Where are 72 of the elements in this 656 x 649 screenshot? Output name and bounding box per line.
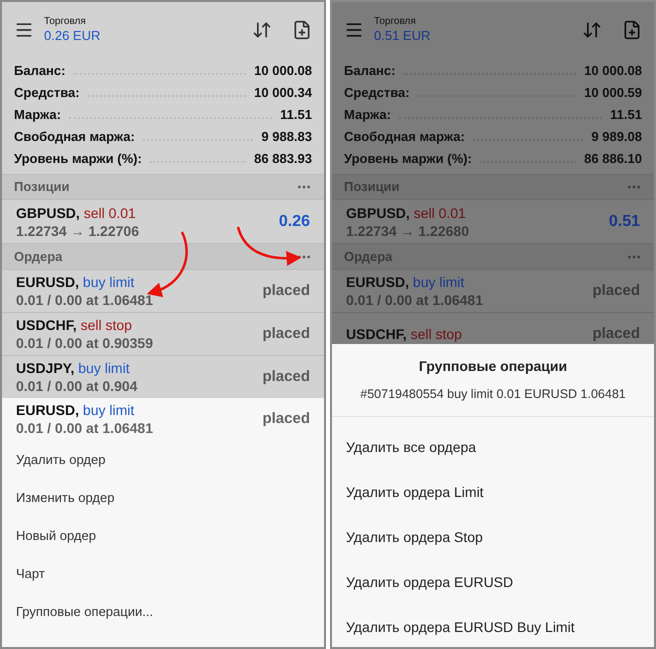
account-value: 10 000.08	[584, 62, 642, 80]
account-label: Свободная маржа:	[14, 128, 135, 146]
account-value: 11.51	[610, 106, 642, 124]
menu-item[interactable]: Новый ордер	[2, 517, 324, 555]
order-status: placed	[262, 366, 310, 387]
section-header: Ордера	[344, 248, 392, 266]
floating-profit: 0.51 EUR	[374, 28, 430, 44]
account-value: 10 000.34	[254, 84, 312, 102]
floating-profit: 0.26 EUR	[44, 28, 100, 44]
order-row[interactable]: EURUSD, buy limit 0.01 / 0.00 at 1.06481 placed	[2, 270, 324, 313]
order-status: placed	[592, 324, 640, 344]
menu-item[interactable]: Групповые операции...	[2, 593, 324, 631]
screen-title: Торговля	[374, 16, 417, 28]
position-symbol: GBPUSD, sell 0.01	[346, 204, 467, 222]
position-prices: 1.22734 → 1.22680	[346, 222, 469, 240]
account-label: Средства:	[14, 84, 80, 102]
annotation-arrow	[146, 232, 188, 297]
order-row[interactable]: EURUSD, buy limit 0.01 / 0.00 at 1.06481 placed	[332, 270, 654, 313]
account-value: 11.51	[280, 106, 312, 124]
menu-item[interactable]: Изменить ордер	[2, 479, 324, 517]
account-value: 86 883.93	[254, 150, 312, 168]
annotation-arrow	[236, 226, 302, 266]
account-value: 9 988.83	[261, 128, 312, 146]
position-prices: 1.22734 → 1.22706	[16, 222, 139, 240]
order-symbol: USDJPY, buy limit	[16, 359, 131, 377]
sort-icon[interactable]	[252, 20, 272, 40]
account-value: 10 000.59	[584, 84, 642, 102]
order-status: placed	[262, 408, 310, 429]
new-order-icon[interactable]	[292, 20, 312, 40]
new-order-icon[interactable]	[622, 20, 642, 40]
section-header: Ордера	[14, 248, 62, 266]
order-status: placed	[262, 324, 310, 344]
dialog-option[interactable]: Удалить ордера EURUSD Buy Limit	[332, 604, 654, 647]
account-label: Свободная маржа:	[344, 128, 465, 146]
order-status: placed	[262, 280, 310, 301]
order-details: 0.01 / 0.00 at 1.06481	[346, 291, 483, 309]
position-profit: 0.26	[278, 212, 310, 232]
account-label: Уровень маржи (%):	[14, 150, 142, 168]
order-symbol: EURUSD, buy limit	[16, 273, 136, 291]
order-details: 0.01 / 0.00 at 0.904	[16, 377, 138, 395]
sort-icon[interactable]	[582, 20, 602, 40]
account-label: Баланс:	[344, 62, 396, 80]
menu-item[interactable]: Чарт	[2, 555, 324, 593]
account-value: 9 989.08	[591, 128, 642, 146]
dialog-option[interactable]: Удалить все ордера	[332, 424, 654, 470]
order-row[interactable]: USDCHF, sell stop 0.01 / 0.00 at 0.90359 placed	[2, 313, 324, 356]
dialog-subtitle: #50719480554 buy limit 0.01 EURUSD 1.06481	[359, 386, 627, 403]
order-symbol: USDCHF, sell stop	[346, 325, 462, 343]
dialog-option[interactable]: Удалить ордера EURUSD	[332, 560, 654, 605]
order-status: placed	[592, 280, 640, 301]
account-label: Средства:	[344, 84, 410, 102]
section-header: Позиции	[344, 178, 400, 196]
account-label: Маржа:	[14, 106, 61, 124]
account-label: Уровень маржи (%):	[344, 150, 472, 168]
dialog-title: Групповые операции	[418, 357, 568, 376]
account-label: Баланс:	[14, 62, 66, 80]
account-label: Маржа:	[344, 106, 391, 124]
order-symbol: USDCHF, sell stop	[16, 316, 133, 334]
order-symbol: EURUSD, buy limit	[16, 401, 136, 419]
order-symbol: EURUSD, buy limit	[346, 273, 466, 291]
dialog-option[interactable]: Удалить ордера Stop	[332, 514, 654, 560]
dialog-option[interactable]: Удалить ордера Limit	[332, 470, 654, 515]
order-details: 0.01 / 0.00 at 0.90359	[16, 334, 153, 352]
menu-item[interactable]: Удалить ордер	[2, 441, 324, 479]
position-profit: 0.51	[608, 212, 640, 232]
section-header: Позиции	[14, 178, 70, 196]
account-value: 10 000.08	[254, 62, 312, 80]
screen-title: Торговля	[44, 16, 87, 28]
account-value: 86 886.10	[584, 150, 642, 168]
order-details: 0.01 / 0.00 at 1.06481	[16, 419, 153, 437]
order-details: 0.01 / 0.00 at 1.06481	[16, 291, 153, 309]
position-symbol: GBPUSD, sell 0.01	[16, 204, 137, 222]
